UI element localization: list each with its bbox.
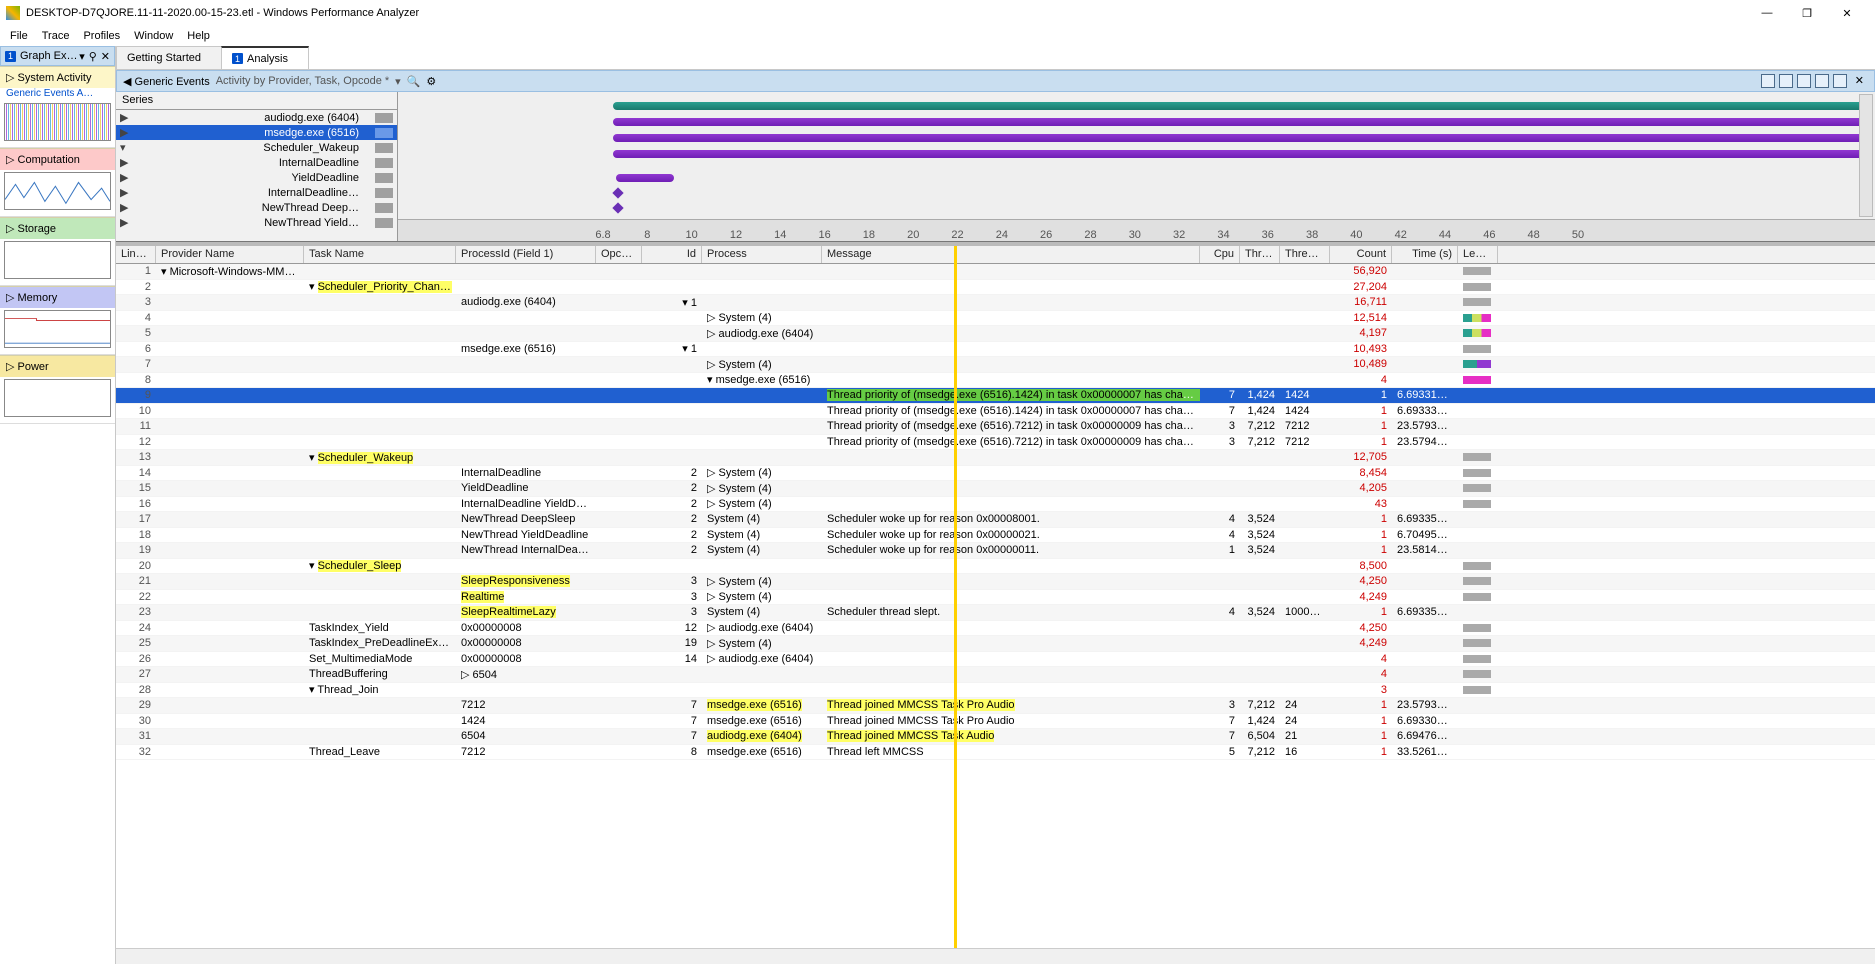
graph-explorer-sidebar: 1 Graph Ex… ▾ ⚲ ✕ ▷ System Activity Gene… (0, 46, 116, 964)
table-row[interactable]: 15YieldDeadline2▷ System (4)4,205 (116, 481, 1875, 497)
thumbnail-computation[interactable] (4, 172, 111, 210)
table-row[interactable]: 14InternalDeadline2▷ System (4)8,454 (116, 466, 1875, 482)
close-view-icon[interactable]: ✕ (1851, 74, 1868, 88)
menu-trace[interactable]: Trace (36, 28, 76, 44)
view-mode-buttons: ✕ (1761, 74, 1868, 88)
table-row[interactable]: 7▷ System (4)10,489 (116, 357, 1875, 373)
table-row[interactable]: 24TaskIndex_Yield0x0000000812▷ audiodg.e… (116, 621, 1875, 637)
table-row[interactable]: 11Thread priority of (msedge.exe (6516).… (116, 419, 1875, 435)
view-split-icon[interactable] (1779, 74, 1793, 88)
table-row[interactable]: 21SleepResponsiveness3▷ System (4)4,250 (116, 574, 1875, 590)
chart-timeline[interactable]: 6.88101214161820222426283032343638404244… (398, 92, 1875, 241)
table-row[interactable]: 9Thread priority of (msedge.exe (6516).1… (116, 388, 1875, 404)
view-chart-icon[interactable] (1761, 74, 1775, 88)
close-panel-icon[interactable]: ✕ (101, 50, 110, 63)
table-row[interactable]: 2▾ Scheduler_Priority_Change27,204 (116, 280, 1875, 296)
chart-scrollbar[interactable] (1859, 94, 1873, 217)
chevron-down-icon[interactable]: ▾ (79, 50, 85, 63)
search-icon[interactable]: 🔍 (407, 75, 421, 88)
table-row[interactable]: 2972127msedge.exe (6516)Thread joined MM… (116, 698, 1875, 714)
series-item[interactable]: ▾Scheduler_Wakeup (116, 140, 397, 155)
table-row[interactable]: 3165047audiodg.exe (6404)Thread joined M… (116, 729, 1875, 745)
series-item[interactable]: ▶NewThread Deep… (116, 200, 397, 215)
sidebar-header[interactable]: 1 Graph Ex… ▾ ⚲ ✕ (0, 46, 115, 66)
section-system-activity[interactable]: ▷ System Activity Generic Events A… (0, 66, 115, 148)
thumbnail-storage[interactable] (4, 241, 111, 279)
menu-profiles[interactable]: Profiles (77, 28, 126, 44)
maximize-button[interactable]: ❐ (1793, 7, 1821, 20)
table-row[interactable]: 25TaskIndex_PreDeadlineExpired0x00000008… (116, 636, 1875, 652)
view-table-icon[interactable] (1797, 74, 1811, 88)
series-item[interactable]: ▶InternalDeadline… (116, 185, 397, 200)
table-row[interactable]: 19NewThread InternalDeadline2System (4)S… (116, 543, 1875, 559)
data-table: Line # Provider Name Task Name ProcessId… (116, 246, 1875, 948)
series-panel: Series ▶audiodg.exe (6404)▶msedge.exe (6… (116, 92, 398, 241)
table-row[interactable]: 23SleepRealtimeLazy3System (4)Scheduler … (116, 605, 1875, 621)
menu-window[interactable]: Window (128, 28, 179, 44)
table-row[interactable]: 1▾ Microsoft-Windows-MMCSS56,920 (116, 264, 1875, 280)
tab-number-icon: 1 (5, 51, 16, 62)
minimize-button[interactable]: — (1753, 7, 1781, 20)
table-row[interactable]: 3audiodg.exe (6404)▾ 116,711 (116, 295, 1875, 311)
table-row[interactable]: 10Thread priority of (msedge.exe (6516).… (116, 404, 1875, 420)
thumbnail-system-activity[interactable] (4, 103, 111, 141)
table-row[interactable]: 17NewThread DeepSleep2System (4)Schedule… (116, 512, 1875, 528)
thumbnail-power[interactable] (4, 379, 111, 417)
table-row[interactable]: 16InternalDeadline YieldDeadli…2▷ System… (116, 497, 1875, 513)
analysis-header: ◀ Generic Events Activity by Provider, T… (116, 70, 1875, 92)
close-button[interactable]: ✕ (1833, 7, 1861, 20)
series-item[interactable]: ▶NewThread Yield… (116, 215, 397, 230)
tab-getting-started[interactable]: Getting Started (116, 46, 222, 69)
window-title: DESKTOP-D7QJORE.11-11-2020.00-15-23.etl … (26, 7, 1753, 19)
series-item[interactable]: ▶InternalDeadline (116, 155, 397, 170)
series-item[interactable]: ▶audiodg.exe (6404) (116, 110, 397, 125)
table-row[interactable]: 13▾ Scheduler_Wakeup12,705 (116, 450, 1875, 466)
table-row[interactable]: 12Thread priority of (msedge.exe (6516).… (116, 435, 1875, 451)
gear-icon[interactable]: ⚙ (426, 75, 436, 88)
table-row[interactable]: 20▾ Scheduler_Sleep8,500 (116, 559, 1875, 575)
thumbnail-memory[interactable] (4, 310, 111, 348)
menu-file[interactable]: File (4, 28, 34, 44)
tab-analysis[interactable]: 1 Analysis (221, 46, 309, 69)
table-row[interactable]: 22Realtime3▷ System (4)4,249 (116, 590, 1875, 606)
table-row[interactable]: 18NewThread YieldDeadline2System (4)Sche… (116, 528, 1875, 544)
analysis-tabs: Getting Started 1 Analysis (116, 46, 1875, 70)
tab-number-icon: 1 (232, 53, 243, 64)
app-icon (6, 6, 20, 20)
series-item[interactable]: ▶msedge.exe (6516) (116, 125, 397, 140)
table-row[interactable]: 3014247msedge.exe (6516)Thread joined MM… (116, 714, 1875, 730)
section-power[interactable]: ▷ Power (0, 355, 115, 424)
table-row[interactable]: 26Set_MultimediaMode0x0000000814▷ audiod… (116, 652, 1875, 668)
section-memory[interactable]: ▷ Memory (0, 286, 115, 355)
pin-icon[interactable]: ⚲ (89, 50, 97, 63)
series-item[interactable]: ▶YieldDeadline (116, 170, 397, 185)
view-restore-icon[interactable] (1833, 74, 1847, 88)
table-header[interactable]: Line # Provider Name Task Name ProcessId… (116, 246, 1875, 264)
menu-help[interactable]: Help (181, 28, 216, 44)
menubar: File Trace Profiles Window Help (0, 26, 1875, 46)
table-row[interactable]: 8▾ msedge.exe (6516)4 (116, 373, 1875, 389)
table-row[interactable]: 5▷ audiodg.exe (6404)4,197 (116, 326, 1875, 342)
titlebar: DESKTOP-D7QJORE.11-11-2020.00-15-23.etl … (0, 0, 1875, 26)
section-computation[interactable]: ▷ Computation (0, 148, 115, 217)
table-row[interactable]: 4▷ System (4)12,514 (116, 311, 1875, 327)
breadcrumb[interactable]: ◀ Generic Events (123, 75, 210, 88)
table-row[interactable]: 32Thread_Leave72128msedge.exe (6516)Thre… (116, 745, 1875, 761)
section-storage[interactable]: ▷ Storage (0, 217, 115, 286)
table-row[interactable]: 28▾ Thread_Join3 (116, 683, 1875, 699)
view-max-icon[interactable] (1815, 74, 1829, 88)
horizontal-scrollbar[interactable] (116, 948, 1875, 964)
table-row[interactable]: 27ThreadBuffering▷ 65044 (116, 667, 1875, 683)
table-row[interactable]: 6msedge.exe (6516)▾ 110,493 (116, 342, 1875, 358)
